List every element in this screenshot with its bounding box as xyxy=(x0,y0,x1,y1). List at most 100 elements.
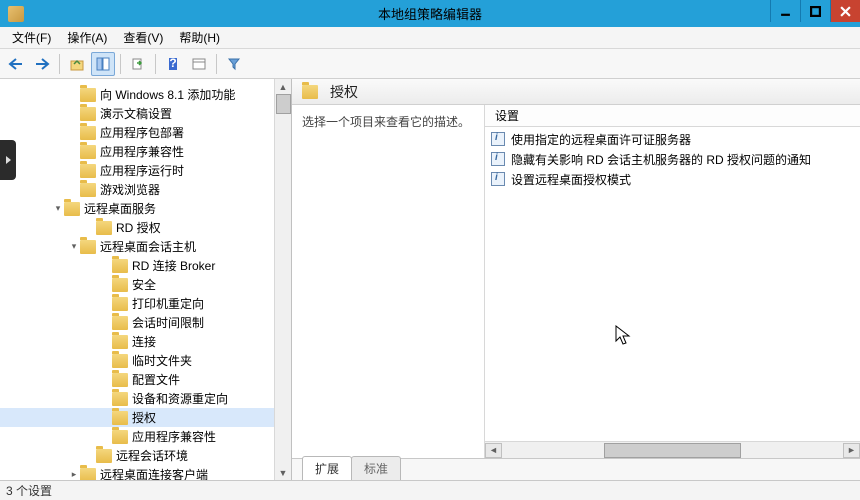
tree-node[interactable]: 游戏浏览器 xyxy=(0,180,274,199)
menu-view[interactable]: 查看(V) xyxy=(115,27,171,48)
close-button[interactable] xyxy=(830,0,860,22)
status-text: 3 个设置 xyxy=(6,482,52,499)
tree-node-label: 远程桌面服务 xyxy=(84,200,156,217)
setting-item[interactable]: 设置远程桌面授权模式 xyxy=(485,169,860,189)
app-icon xyxy=(8,6,24,22)
folder-icon xyxy=(112,316,128,330)
tree-node[interactable]: 向 Windows 8.1 添加功能 xyxy=(0,85,274,104)
hscroll-track[interactable] xyxy=(502,443,843,458)
tree-node-label: 配置文件 xyxy=(132,371,180,388)
status-bar: 3 个设置 xyxy=(0,480,860,500)
toolbar-separator xyxy=(155,54,156,74)
tree-node[interactable]: RD 授权 xyxy=(0,218,274,237)
tree-node[interactable]: RD 连接 Broker xyxy=(0,256,274,275)
folder-icon xyxy=(64,202,80,216)
scroll-thumb[interactable] xyxy=(276,94,291,114)
toolbar: ? xyxy=(0,49,860,79)
tree-node[interactable]: 设备和资源重定向 xyxy=(0,389,274,408)
tree-node-label: 安全 xyxy=(132,276,156,293)
filter-button[interactable] xyxy=(222,52,246,76)
scroll-right-icon[interactable]: ► xyxy=(843,443,860,458)
setting-label: 设置远程桌面授权模式 xyxy=(511,171,631,188)
expander-icon[interactable]: ▾ xyxy=(68,241,80,252)
tree-view-button[interactable] xyxy=(91,52,115,76)
menu-action[interactable]: 操作(A) xyxy=(59,27,115,48)
tree-node[interactable]: 打印机重定向 xyxy=(0,294,274,313)
tree-scrollbar[interactable]: ▲ ▼ xyxy=(274,79,291,480)
tree-node[interactable]: 应用程序包部署 xyxy=(0,123,274,142)
view-tabs: 扩展 标准 xyxy=(292,458,860,480)
tree-node[interactable]: 临时文件夹 xyxy=(0,351,274,370)
folder-icon xyxy=(80,164,96,178)
tree-node-label: 授权 xyxy=(132,409,156,426)
tree-node-label: 远程桌面连接客户端 xyxy=(100,466,208,480)
maximize-button[interactable] xyxy=(800,0,830,22)
tree-node[interactable]: 会话时间限制 xyxy=(0,313,274,332)
tab-standard[interactable]: 标准 xyxy=(351,456,401,480)
title-bar: 本地组策略编辑器 xyxy=(0,0,860,27)
tab-extended[interactable]: 扩展 xyxy=(302,456,352,480)
scroll-left-icon[interactable]: ◄ xyxy=(485,443,502,458)
export-button[interactable] xyxy=(126,52,150,76)
tree-node-label: 应用程序兼容性 xyxy=(100,143,184,160)
policy-icon xyxy=(491,132,505,146)
folder-icon xyxy=(96,221,112,235)
folder-icon xyxy=(112,278,128,292)
tree-node[interactable]: 应用程序兼容性 xyxy=(0,142,274,161)
details-title: 授权 xyxy=(330,82,358,102)
details-header: 授权 xyxy=(292,79,860,105)
folder-icon xyxy=(80,145,96,159)
edge-expand-tab[interactable] xyxy=(0,140,16,180)
tree-node[interactable]: 演示文稿设置 xyxy=(0,104,274,123)
menu-help[interactable]: 帮助(H) xyxy=(171,27,228,48)
properties-button[interactable] xyxy=(187,52,211,76)
tree-node-label: 会话时间限制 xyxy=(132,314,204,331)
tree-node[interactable]: ▸ 远程桌面连接客户端 xyxy=(0,465,274,480)
hscroll-thumb[interactable] xyxy=(604,443,740,458)
tree-node[interactable]: 连接 xyxy=(0,332,274,351)
scroll-down-icon[interactable]: ▼ xyxy=(276,465,291,480)
tree-node[interactable]: 授权 xyxy=(0,408,274,427)
back-button[interactable] xyxy=(4,52,28,76)
setting-label: 隐藏有关影响 RD 会话主机服务器的 RD 授权问题的通知 xyxy=(511,151,811,168)
tree-node-label: 临时文件夹 xyxy=(132,352,192,369)
menu-file[interactable]: 文件(F) xyxy=(4,27,59,48)
folder-icon xyxy=(80,107,96,121)
tree-view[interactable]: 向 Windows 8.1 添加功能演示文稿设置应用程序包部署应用程序兼容性应用… xyxy=(0,79,274,480)
tree-node[interactable]: 应用程序运行时 xyxy=(0,161,274,180)
folder-icon xyxy=(80,240,96,254)
tree-node[interactable]: ▾ 远程桌面会话主机 xyxy=(0,237,274,256)
folder-icon xyxy=(80,183,96,197)
column-header-setting[interactable]: 设置 xyxy=(485,105,860,127)
tree-node[interactable]: 配置文件 xyxy=(0,370,274,389)
tree-node-label: 连接 xyxy=(132,333,156,350)
tree-node[interactable]: ▾ 远程桌面服务 xyxy=(0,199,274,218)
svg-text:?: ? xyxy=(169,57,176,70)
folder-icon xyxy=(302,85,318,99)
tree-node-label: 应用程序包部署 xyxy=(100,124,184,141)
folder-icon xyxy=(112,392,128,406)
help-button[interactable]: ? xyxy=(161,52,185,76)
window-controls xyxy=(770,0,860,22)
tree-node-label: 应用程序兼容性 xyxy=(132,428,216,445)
tree-node[interactable]: 应用程序兼容性 xyxy=(0,427,274,446)
folder-icon xyxy=(80,88,96,102)
tree-node[interactable]: 远程会话环境 xyxy=(0,446,274,465)
toolbar-separator xyxy=(59,54,60,74)
minimize-button[interactable] xyxy=(770,0,800,22)
expander-icon[interactable]: ▸ xyxy=(68,469,80,480)
tree-node-label: RD 连接 Broker xyxy=(132,257,215,274)
setting-item[interactable]: 使用指定的远程桌面许可证服务器 xyxy=(485,129,860,149)
up-button[interactable] xyxy=(65,52,89,76)
forward-button[interactable] xyxy=(30,52,54,76)
expander-icon[interactable]: ▾ xyxy=(52,203,64,214)
setting-item[interactable]: 隐藏有关影响 RD 会话主机服务器的 RD 授权问题的通知 xyxy=(485,149,860,169)
tree-panel: 向 Windows 8.1 添加功能演示文稿设置应用程序包部署应用程序兼容性应用… xyxy=(0,79,292,480)
tree-node-label: 远程会话环境 xyxy=(116,447,188,464)
tree-node-label: RD 授权 xyxy=(116,219,161,236)
tree-node-label: 远程桌面会话主机 xyxy=(100,238,196,255)
tree-node[interactable]: 安全 xyxy=(0,275,274,294)
scroll-up-icon[interactable]: ▲ xyxy=(276,79,291,94)
folder-icon xyxy=(96,449,112,463)
horizontal-scrollbar[interactable]: ◄ ► xyxy=(485,441,860,458)
